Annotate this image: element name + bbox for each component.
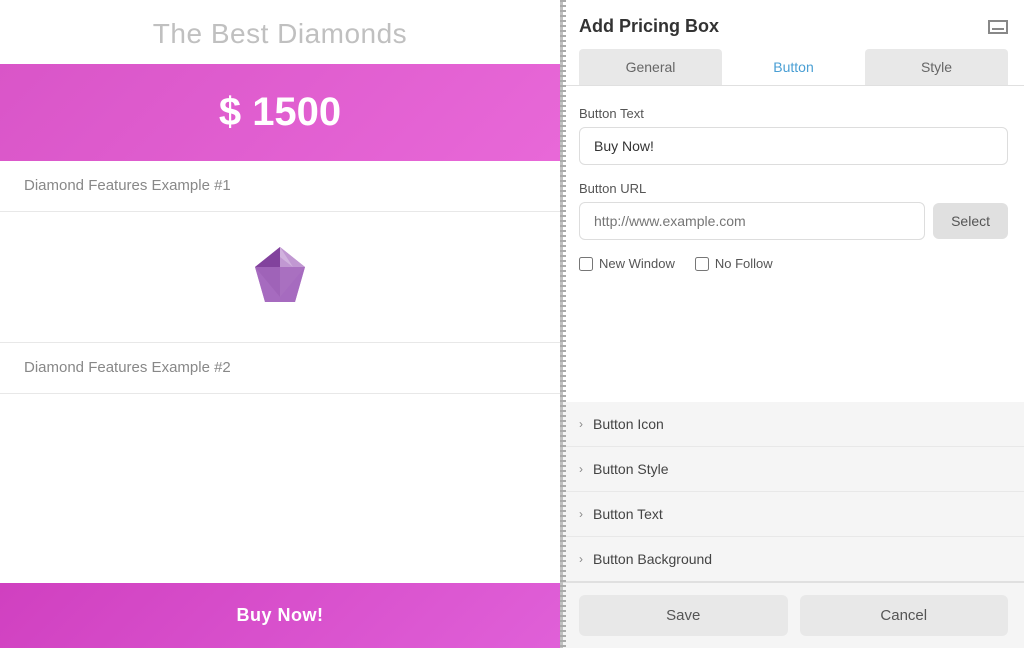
new-window-label[interactable]: New Window xyxy=(579,256,675,271)
drag-handle[interactable] xyxy=(560,0,566,648)
tab-style[interactable]: Style xyxy=(865,49,1008,85)
button-text-label: Button Text xyxy=(579,106,1008,121)
add-pricing-box-panel: Add Pricing Box General Button Style But… xyxy=(560,0,1024,648)
chevron-icon: › xyxy=(579,552,583,566)
new-window-checkbox[interactable] xyxy=(579,257,593,271)
button-url-input[interactable] xyxy=(579,202,925,240)
chevron-icon: › xyxy=(579,507,583,521)
pricing-amount: $ 1500 xyxy=(0,64,560,161)
feature2-section: Diamond Features Example #2 xyxy=(0,343,560,394)
chevron-icon: › xyxy=(579,462,583,476)
feature1-section: Diamond Features Example #1 xyxy=(0,161,560,212)
url-input-row: Select xyxy=(579,202,1008,240)
button-url-label: Button URL xyxy=(579,181,1008,196)
accordion-button-text-label: Button Text xyxy=(593,506,663,522)
new-window-text: New Window xyxy=(599,256,675,271)
pricing-box-preview: The Best Diamonds $ 1500 Diamond Feature… xyxy=(0,0,560,648)
cancel-button[interactable]: Cancel xyxy=(800,595,1009,636)
tab-bar: General Button Style xyxy=(579,49,1008,85)
button-url-group: Button URL Select xyxy=(579,181,1008,240)
select-button[interactable]: Select xyxy=(933,203,1008,239)
accordion-button-icon-label: Button Icon xyxy=(593,416,664,432)
button-text-group: Button Text xyxy=(579,106,1008,165)
accordion-button-icon[interactable]: › Button Icon xyxy=(563,402,1024,447)
panel-content: Button Text Button URL Select New Window… xyxy=(563,86,1024,402)
feature2-label: Diamond Features Example #2 xyxy=(24,359,231,376)
pricing-title: The Best Diamonds xyxy=(0,0,560,64)
panel-title: Add Pricing Box xyxy=(579,16,719,37)
save-button[interactable]: Save xyxy=(579,595,788,636)
accordion-button-background[interactable]: › Button Background xyxy=(563,537,1024,581)
tab-button[interactable]: Button xyxy=(722,49,865,85)
no-follow-text: No Follow xyxy=(715,256,773,271)
panel-header: Add Pricing Box General Button Style xyxy=(563,0,1024,86)
no-follow-label[interactable]: No Follow xyxy=(695,256,773,271)
button-text-input[interactable] xyxy=(579,127,1008,165)
minimize-button[interactable] xyxy=(988,20,1008,34)
accordion-section: › Button Icon › Button Style › Button Te… xyxy=(563,402,1024,582)
accordion-button-background-label: Button Background xyxy=(593,551,712,567)
checkbox-row: New Window No Follow xyxy=(579,256,1008,271)
accordion-button-text[interactable]: › Button Text xyxy=(563,492,1024,537)
buy-now-section[interactable]: Buy Now! xyxy=(0,583,560,648)
chevron-icon: › xyxy=(579,417,583,431)
buy-now-button[interactable]: Buy Now! xyxy=(0,583,560,648)
panel-footer: Save Cancel xyxy=(563,582,1024,648)
no-follow-checkbox[interactable] xyxy=(695,257,709,271)
accordion-button-style[interactable]: › Button Style xyxy=(563,447,1024,492)
diamond-icon-section xyxy=(0,212,560,343)
diamond-image xyxy=(245,242,315,312)
tab-general[interactable]: General xyxy=(579,49,722,85)
feature1-label: Diamond Features Example #1 xyxy=(24,177,231,194)
accordion-button-style-label: Button Style xyxy=(593,461,669,477)
